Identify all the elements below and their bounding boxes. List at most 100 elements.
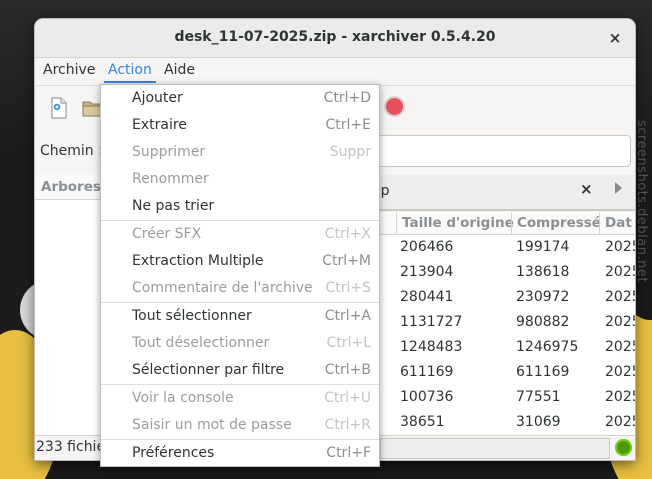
- menu-item-shortcut: Ctrl+B: [324, 362, 371, 378]
- menu-item-extract[interactable]: Extraire Ctrl+E: [101, 112, 379, 138]
- table-row[interactable]: 1131727 980882 2025: [370, 310, 635, 335]
- menu-item-create-sfx: Créer SFX Ctrl+X: [101, 221, 379, 247]
- menu-item-no-sort[interactable]: Ne pas trier: [101, 193, 379, 219]
- table-row[interactable]: 1248483 1246975 2025: [370, 335, 635, 360]
- menu-item-label: Ajouter: [132, 90, 183, 106]
- table-row[interactable]: 38651 31069 2025: [370, 410, 635, 435]
- menu-item-delete: Supprimer Suppr: [101, 139, 379, 165]
- close-window-button[interactable]: ×: [605, 28, 625, 48]
- menu-item-add[interactable]: Ajouter Ctrl+D: [101, 85, 379, 111]
- cell-date: 2025: [605, 314, 635, 330]
- cell-date: 2025: [605, 289, 635, 305]
- table-row[interactable]: 206466 199174 2025: [370, 235, 635, 260]
- table-row[interactable]: 100736 77551 2025: [370, 385, 635, 410]
- cell-date: 2025: [605, 239, 635, 255]
- menu-item-shortcut: Ctrl+U: [324, 390, 371, 406]
- table-row[interactable]: 280441 230972 2025: [370, 285, 635, 310]
- menu-item-rename: Renommer: [101, 166, 379, 192]
- column-header-compressed[interactable]: Compressé: [517, 215, 601, 231]
- column-separator[interactable]: [511, 212, 512, 234]
- menu-item-shortcut: Ctrl+E: [325, 117, 372, 133]
- new-archive-button[interactable]: [47, 96, 71, 120]
- cell-original-size: 100736: [400, 389, 454, 405]
- cell-compressed: 199174: [516, 239, 570, 255]
- cell-compressed: 980882: [516, 314, 570, 330]
- cell-compressed: 230972: [516, 289, 570, 305]
- menu-item-label: Sélectionner par filtre: [132, 362, 285, 378]
- menu-item-shortcut: Suppr: [329, 144, 371, 160]
- menu-item-shortcut: Ctrl+L: [326, 335, 371, 351]
- menu-item-shortcut: Ctrl+M: [322, 253, 371, 269]
- column-separator[interactable]: [599, 212, 600, 234]
- file-table-body: 206466 199174 2025 213904 138618 2025 28…: [370, 235, 635, 435]
- stop-icon[interactable]: [386, 98, 403, 115]
- status-file-count: 233 fichie: [36, 439, 106, 455]
- table-row[interactable]: 611169 611169 2025: [370, 360, 635, 385]
- table-row[interactable]: 213904 138618 2025: [370, 260, 635, 285]
- cell-compressed: 31069: [516, 414, 561, 430]
- menu-help[interactable]: Aide: [164, 62, 195, 78]
- cell-compressed: 77551: [516, 389, 561, 405]
- action-menu: Ajouter Ctrl+D Extraire Ctrl+E Supprimer…: [100, 84, 380, 467]
- tab-close-button[interactable]: ×: [580, 180, 593, 198]
- status-progress-field: [380, 438, 610, 459]
- menu-item-label: Commentaire de l'archive: [132, 280, 313, 296]
- cell-date: 2025: [605, 389, 635, 405]
- menu-item-view-console: Voir la console Ctrl+U: [101, 385, 379, 411]
- menu-item-select-all[interactable]: Tout sélectionner Ctrl+A: [101, 303, 379, 329]
- menu-item-label: Ne pas trier: [132, 198, 215, 214]
- menu-item-label: Saisir un mot de passe: [132, 417, 292, 433]
- menu-item-multi-extract[interactable]: Extraction Multiple Ctrl+M: [101, 248, 379, 274]
- menu-item-label: Extraire: [132, 117, 187, 133]
- status-ok-icon: [615, 439, 632, 456]
- title-bar[interactable]: desk_11-07-2025.zip - xarchiver 0.5.4.20…: [35, 19, 635, 58]
- menu-archive[interactable]: Archive: [43, 62, 95, 78]
- menu-item-label: Tout sélectionner: [132, 308, 252, 324]
- tree-pane-header-label: Arbores: [41, 179, 101, 195]
- tree-pane-header[interactable]: Arbores: [35, 175, 101, 200]
- menu-item-label: Voir la console: [132, 390, 234, 406]
- file-table-header: Taille d'origine Compressé Dat: [370, 212, 635, 235]
- menu-item-shortcut: Ctrl+S: [325, 280, 371, 296]
- new-archive-icon: [51, 97, 67, 119]
- menu-action[interactable]: Action: [108, 62, 152, 78]
- cell-original-size: 1131727: [400, 314, 463, 330]
- cell-date: 2025: [605, 264, 635, 280]
- tab-scroll-right-icon[interactable]: [615, 182, 622, 194]
- cell-original-size: 1248483: [400, 339, 463, 355]
- cell-original-size: 206466: [400, 239, 454, 255]
- menu-action-underline: [104, 81, 156, 83]
- menu-item-deselect-all: Tout déselectionner Ctrl+L: [101, 330, 379, 356]
- watermark-text: screenshots.debian.net: [634, 120, 649, 283]
- cell-original-size: 280441: [400, 289, 454, 305]
- archive-tab[interactable]: 5.zip: [356, 175, 635, 211]
- column-header-original-size[interactable]: Taille d'origine: [402, 215, 514, 231]
- column-separator[interactable]: [396, 212, 397, 234]
- cell-original-size: 611169: [400, 364, 454, 380]
- cell-compressed: 611169: [516, 364, 570, 380]
- cell-compressed: 1246975: [516, 339, 579, 355]
- menu-item-label: Préférences: [132, 445, 215, 461]
- path-input[interactable]: [376, 135, 631, 167]
- menu-item-enter-password: Saisir un mot de passe Ctrl+R: [101, 412, 379, 438]
- tree-pane[interactable]: Arbores: [35, 175, 101, 435]
- path-label: Chemin :: [40, 143, 103, 159]
- menu-item-label: Supprimer: [132, 144, 206, 160]
- cell-original-size: 213904: [400, 264, 454, 280]
- cell-date: 2025: [605, 364, 635, 380]
- column-header-date[interactable]: Dat: [605, 215, 632, 231]
- menu-item-label: Renommer: [132, 171, 209, 187]
- menu-item-label: Créer SFX: [132, 226, 202, 242]
- menu-item-label: Tout déselectionner: [132, 335, 270, 351]
- menu-item-preferences[interactable]: Préférences Ctrl+F: [101, 440, 379, 466]
- cell-original-size: 38651: [400, 414, 445, 430]
- menu-item-select-by-filter[interactable]: Sélectionner par filtre Ctrl+B: [101, 357, 379, 383]
- menu-item-shortcut: Ctrl+F: [326, 445, 371, 461]
- menu-item-shortcut: Ctrl+A: [324, 308, 371, 324]
- menu-item-shortcut: Ctrl+X: [324, 226, 371, 242]
- menu-item-label: Extraction Multiple: [132, 253, 264, 269]
- window-title: desk_11-07-2025.zip - xarchiver 0.5.4.20: [174, 29, 496, 45]
- menu-item-shortcut: Ctrl+D: [323, 90, 371, 106]
- menu-item-shortcut: Ctrl+R: [324, 417, 371, 433]
- cell-compressed: 138618: [516, 264, 570, 280]
